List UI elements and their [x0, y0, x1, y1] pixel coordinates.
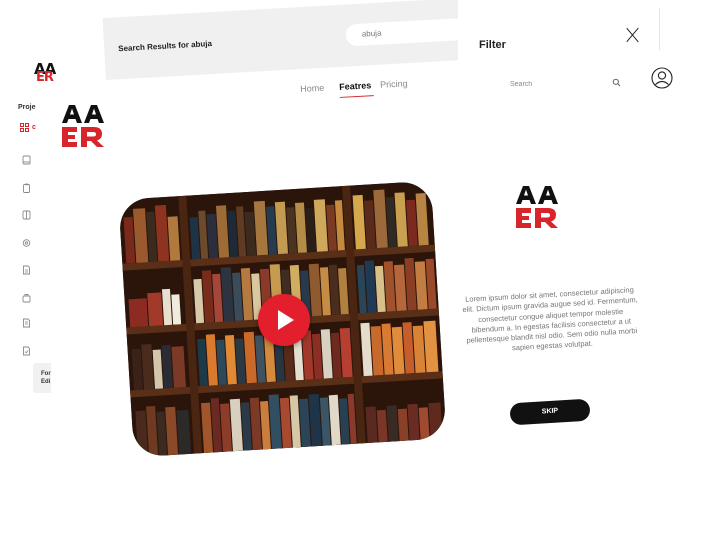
aaer-logo-graphic: [62, 105, 104, 147]
clipboard-icon[interactable]: [22, 183, 31, 193]
nav-pricing[interactable]: Pricing: [380, 78, 408, 90]
search-results-title: Search Results for abuja: [118, 39, 213, 54]
user-icon[interactable]: [651, 67, 673, 89]
onboarding-description: Lorem ipsum dolor sit amet, consectetur …: [462, 285, 638, 353]
file-icon[interactable]: [22, 318, 31, 328]
play-icon: [278, 310, 294, 330]
play-button[interactable]: [258, 294, 310, 346]
book-icon[interactable]: [22, 155, 31, 165]
nav-home[interactable]: Home: [300, 83, 325, 95]
filter-search: [498, 72, 628, 96]
filter-search-input[interactable]: [498, 72, 628, 96]
filter-title: Filter: [479, 39, 506, 51]
skip-button[interactable]: SKIP: [509, 398, 591, 426]
header-search-query: abuja: [361, 28, 382, 39]
settings-icon[interactable]: [22, 238, 31, 248]
briefcase-icon[interactable]: [22, 293, 31, 303]
sidebar-card-line1: For: [41, 371, 51, 377]
sidebar-item-label: c: [32, 124, 36, 131]
columns-icon[interactable]: [22, 210, 31, 220]
sidebar-logo: AA ER: [34, 62, 68, 85]
file-check-icon[interactable]: [22, 346, 31, 356]
brand-logo: [60, 103, 110, 149]
sidebar-section-label: Proje: [18, 104, 36, 111]
sidebar-card-line2: Edi: [41, 379, 51, 385]
logo-bottom-text: ER: [36, 70, 54, 85]
header-search-box[interactable]: abuja: [345, 17, 467, 47]
sidebar-card[interactable]: For Edi: [33, 363, 51, 393]
document-icon[interactable]: [22, 265, 31, 275]
aaer-logo-graphic: [516, 186, 558, 228]
nav-active-underline: [339, 95, 374, 98]
nav-features[interactable]: Featres: [339, 80, 372, 93]
grid-icon[interactable]: [20, 123, 29, 132]
panel-divider: [659, 8, 660, 50]
onboarding-logo: [514, 184, 564, 230]
search-icon[interactable]: [612, 78, 621, 87]
close-icon[interactable]: [626, 27, 640, 43]
search-results-header: Search Results for abuja abuja: [102, 0, 467, 80]
